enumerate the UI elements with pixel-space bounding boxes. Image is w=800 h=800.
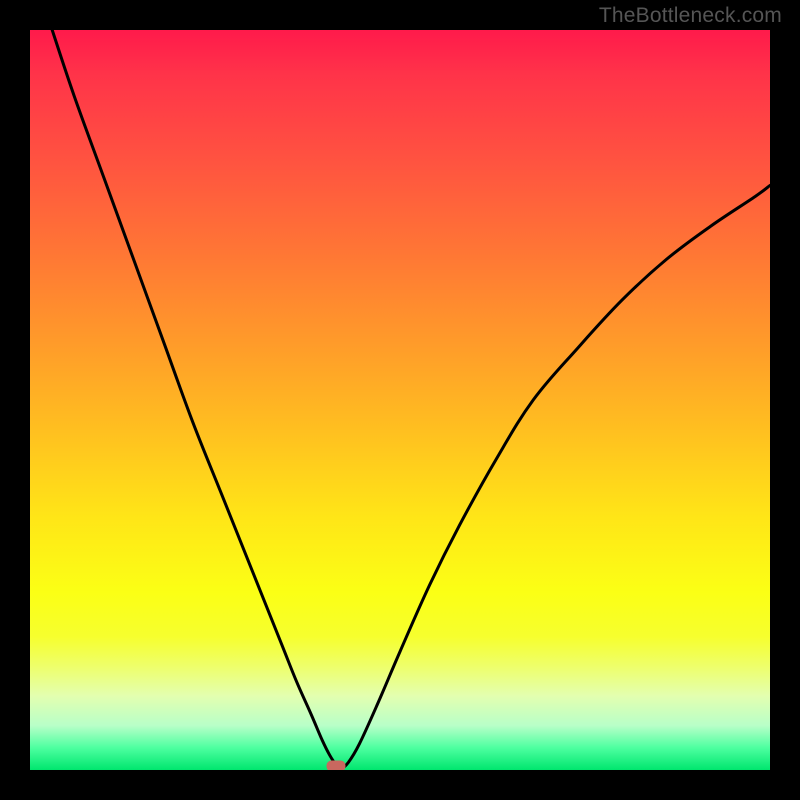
- bottleneck-curve: [52, 30, 770, 769]
- optimum-marker: [326, 760, 345, 770]
- curve-svg: [30, 30, 770, 770]
- plot-area: [30, 30, 770, 770]
- watermark-text: TheBottleneck.com: [599, 4, 782, 28]
